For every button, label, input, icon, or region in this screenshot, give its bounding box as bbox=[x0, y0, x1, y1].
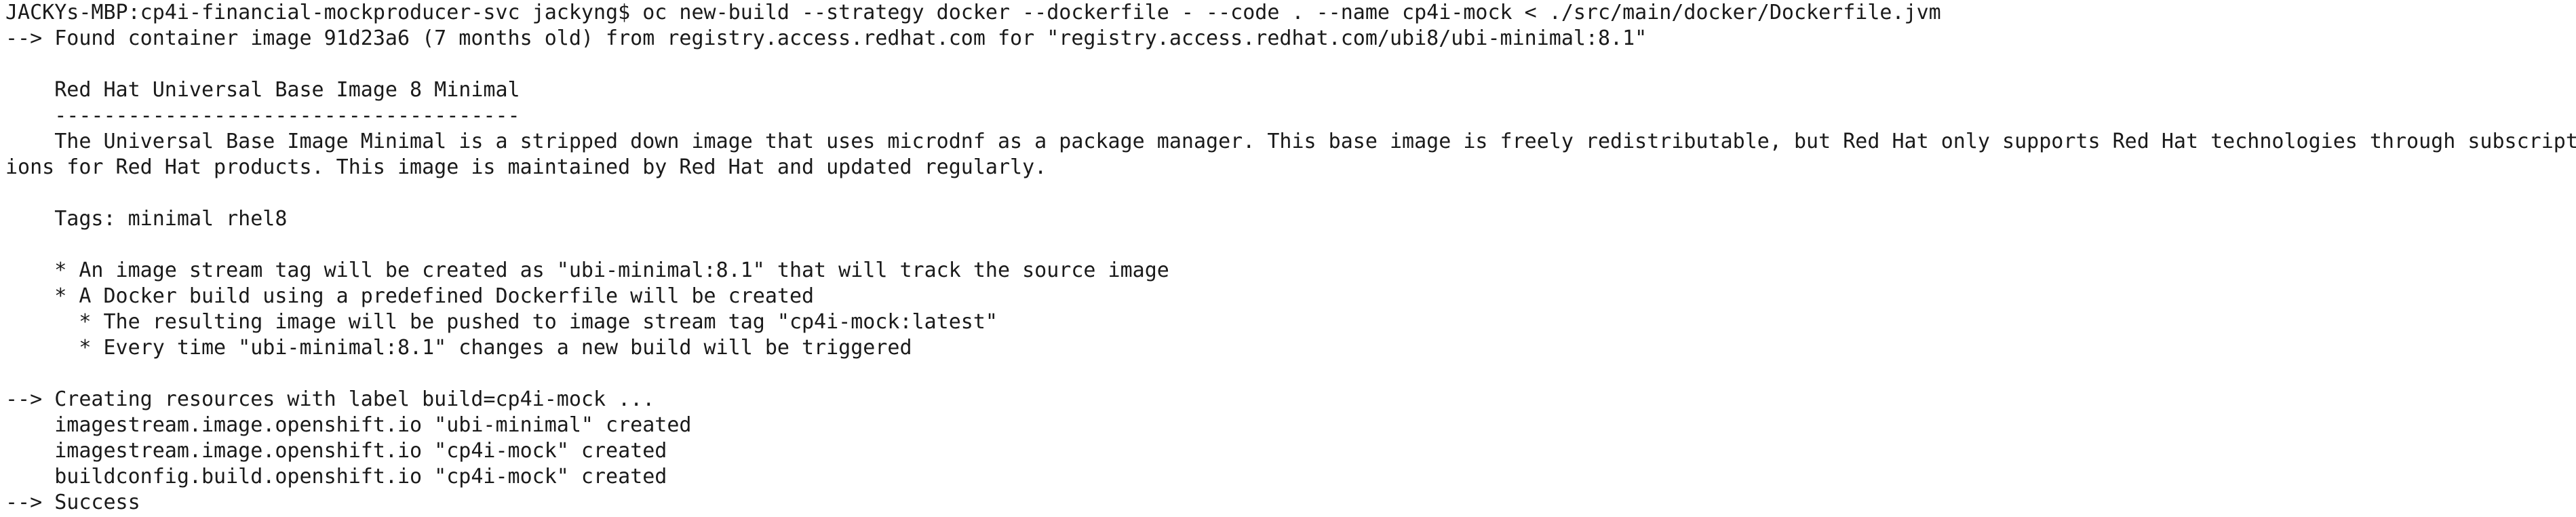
found-image-line: --> Found container image 91d23a6 (7 mon… bbox=[5, 26, 1647, 50]
command-prompt-line: JACKYs-MBP:cp4i-financial-mockproducer-s… bbox=[5, 1, 1941, 24]
resource-created-line: imagestream.image.openshift.io "ubi-mini… bbox=[5, 413, 692, 437]
terminal-output[interactable]: JACKYs-MBP:cp4i-financial-mockproducer-s… bbox=[0, 0, 2576, 517]
description-line-2: ions for Red Hat products. This image is… bbox=[5, 155, 1047, 179]
resource-created-line: imagestream.image.openshift.io "cp4i-moc… bbox=[5, 439, 667, 463]
sub-bullet-line: * Every time "ubi-minimal:8.1" changes a… bbox=[5, 336, 912, 360]
description-line-1: The Universal Base Image Minimal is a st… bbox=[5, 130, 2576, 153]
sub-bullet-line: * The resulting image will be pushed to … bbox=[5, 310, 998, 334]
bullet-line: * A Docker build using a predefined Dock… bbox=[5, 284, 815, 308]
creating-resources-line: --> Creating resources with label build=… bbox=[5, 387, 655, 411]
success-line: --> Success bbox=[5, 491, 140, 514]
image-title-line: Red Hat Universal Base Image 8 Minimal bbox=[5, 78, 520, 102]
divider-line: -------------------------------------- bbox=[5, 104, 520, 128]
tags-line: Tags: minimal rhel8 bbox=[5, 207, 288, 231]
bullet-line: * An image stream tag will be created as… bbox=[5, 258, 1169, 282]
resource-created-line: buildconfig.build.openshift.io "cp4i-moc… bbox=[5, 465, 667, 489]
